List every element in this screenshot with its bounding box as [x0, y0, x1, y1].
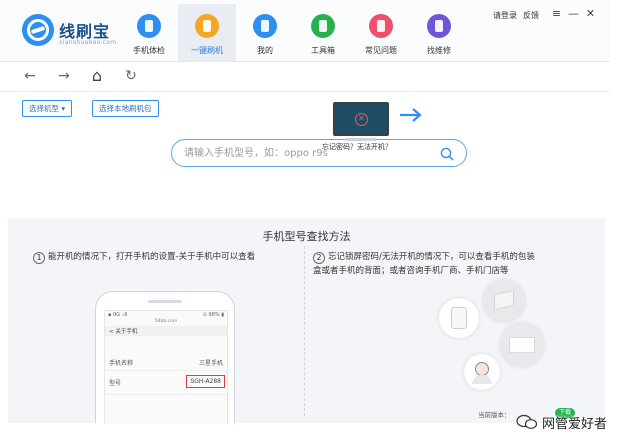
service-person-icon — [464, 354, 500, 390]
phone-screen: ▪ 0G .ıll ⊙ 98% ▮ 58bb.com < 关于手机 手机名称 三… — [104, 310, 228, 424]
guide-step-2: 2 忘记锁屏密码/无法开机的情况下，可以查看手机的包装 盒或者手机的背面；或者咨询… — [313, 250, 535, 278]
flash-icon — [195, 14, 219, 38]
wechat-icon — [516, 414, 538, 429]
nav-item-repair[interactable]: 找维修 — [410, 4, 468, 61]
minimize-icon[interactable]: — — [565, 7, 582, 21]
feedback-link[interactable]: 反馈 — [523, 10, 539, 21]
step-1-text: 能开机的情况下，打开手机的设置-关于手机中可以查看 — [48, 252, 256, 262]
phone-back-icon — [439, 298, 479, 338]
package-icon — [500, 323, 544, 367]
toolbar-divider — [0, 91, 610, 92]
nav-label: 工具箱 — [311, 46, 335, 55]
step-2-text-line2: 盒或者手机的背面；或者咨询手机厂商、手机门店等 — [313, 266, 509, 276]
app-header: 线刷宝 xianshuabao.com 手机体检 一键刷机 我的 工具箱 常见问… — [0, 0, 610, 62]
forgot-password-caption: 忘记密码？无法开机？ — [322, 143, 392, 151]
nav-label: 一键刷机 — [191, 46, 223, 55]
app-logo — [22, 14, 54, 46]
window-controls: ≡ — ✕ — [548, 7, 599, 21]
menu-icon[interactable]: ≡ — [548, 7, 565, 21]
error-icon: ✕ — [355, 113, 368, 126]
nav-label: 我的 — [257, 46, 273, 55]
step-2-text-line1: 忘记锁屏密码/无法开机的情况下，可以查看手机的包装 — [328, 252, 535, 262]
watermark: 网管爱好者 — [516, 410, 607, 434]
search-icon[interactable] — [439, 146, 455, 162]
model-guide-panel: 手机型号查找方法 1 能开机的情况下，打开手机的设置-关于手机中可以查看 2 忘记锁… — [8, 218, 605, 424]
watermark-text: 网管爱好者 — [542, 416, 608, 432]
login-link[interactable]: 请登录 — [493, 10, 517, 21]
arrow-right-icon — [400, 108, 422, 122]
search-box — [171, 139, 467, 167]
nav-item-faq[interactable]: 常见问题 — [352, 4, 410, 61]
select-model-button[interactable]: 选择机型 ▾ — [22, 100, 73, 117]
nav-label: 找维修 — [427, 46, 451, 55]
version-text: 当前版本： — [478, 411, 511, 419]
nav-label: 手机体检 — [133, 46, 165, 55]
phone-illustration: ▪ 0G .ıll ⊙ 98% ▮ 58bb.com < 关于手机 手机名称 三… — [95, 291, 235, 424]
phone-name-row: 手机名称 三星手机 — [105, 353, 227, 371]
step-number: 2 — [313, 252, 325, 264]
phone-check-icon — [137, 14, 161, 38]
phone-model-value: SGH-A288 — [186, 375, 225, 388]
phone-model-row: 型号 SGH-A288 — [105, 373, 227, 395]
nav-item-phone-check[interactable]: 手机体检 — [120, 4, 178, 61]
select-local-package-button[interactable]: 选择本地刷机包 — [92, 100, 159, 117]
home-icon[interactable]: ⌂ — [87, 66, 107, 86]
guide-step-1: 1 能开机的情况下，打开手机的设置-关于手机中可以查看 — [33, 250, 255, 264]
guide-title: 手机型号查找方法 — [262, 230, 351, 243]
nav-label: 常见问题 — [365, 46, 397, 55]
box-icon — [483, 280, 525, 322]
app-subtitle: xianshuabao.com — [59, 39, 117, 46]
phone-about-header: < 关于手机 — [105, 326, 227, 336]
guide-divider — [304, 246, 305, 416]
monitor-stand — [346, 138, 376, 141]
phone-url: 58bb.com — [154, 319, 178, 324]
nav-item-mine[interactable]: 我的 — [236, 4, 294, 61]
close-icon[interactable]: ✕ — [582, 7, 599, 21]
step-number: 1 — [33, 252, 45, 264]
question-icon — [369, 14, 393, 38]
header-links: 请登录 反馈 — [493, 10, 545, 21]
nav-item-one-click-flash[interactable]: 一键刷机 — [178, 4, 236, 61]
toolbox-icon — [311, 14, 335, 38]
repair-icon — [427, 14, 451, 38]
main-nav: 手机体检 一键刷机 我的 工具箱 常见问题 找维修 — [120, 4, 468, 61]
forward-icon[interactable]: → — [54, 66, 74, 86]
browser-toolbar: ← → ⌂ ↻ — [0, 63, 610, 91]
monitor-illustration: ✕ — [333, 102, 389, 136]
nav-item-toolbox[interactable]: 工具箱 — [294, 4, 352, 61]
back-icon[interactable]: ← — [20, 66, 40, 86]
user-icon — [253, 14, 277, 38]
refresh-icon[interactable]: ↻ — [121, 66, 141, 86]
